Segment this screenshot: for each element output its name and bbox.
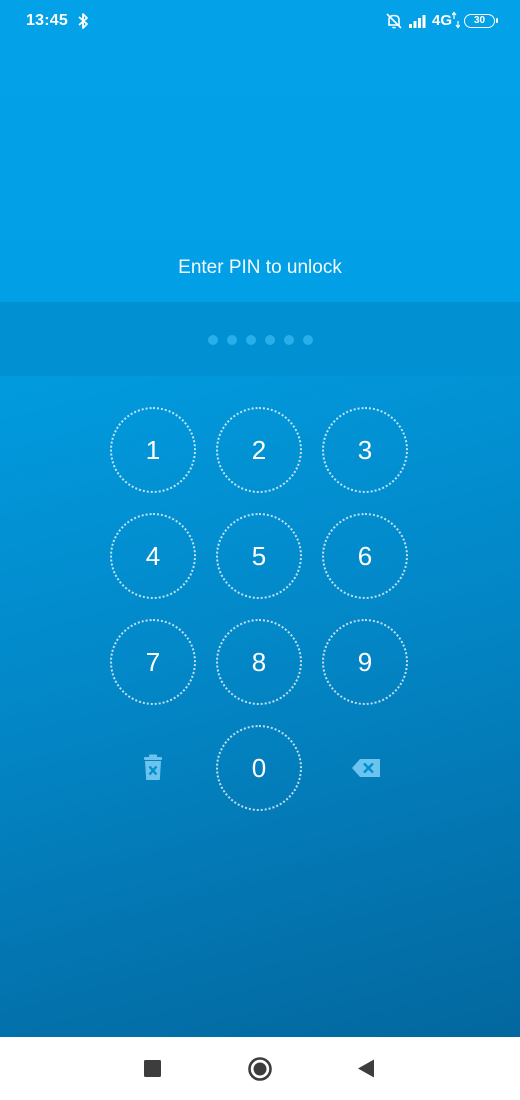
pin-dot	[302, 335, 313, 345]
key-1[interactable]: 1	[110, 407, 196, 493]
data-arrows-icon	[452, 11, 460, 29]
status-time: 13:45	[26, 12, 68, 29]
triangle-back-icon[interactable]	[357, 1059, 375, 1078]
muted-bell-icon	[386, 13, 402, 29]
key-3[interactable]: 3	[322, 407, 408, 493]
key-7[interactable]: 7	[110, 619, 196, 705]
key-5[interactable]: 5	[216, 513, 302, 599]
key-6[interactable]: 6	[322, 513, 408, 599]
network-type: 4G	[432, 12, 453, 29]
pin-dot	[283, 335, 294, 345]
square-icon[interactable]	[144, 1060, 161, 1077]
pin-dot	[264, 335, 275, 345]
lock-screen: 13:45 4G 30 Enter PIN to unlock 1 2 3 4	[0, 0, 520, 1037]
pin-dots	[0, 335, 520, 345]
unlock-prompt: Enter PIN to unlock	[178, 257, 342, 278]
pin-dot	[226, 335, 237, 345]
pin-dot	[207, 335, 218, 345]
key-2[interactable]: 2	[216, 407, 302, 493]
pin-dot	[245, 335, 256, 345]
pin-entry-area	[0, 302, 520, 376]
backspace-icon[interactable]	[346, 748, 386, 788]
navigation-bar	[0, 1037, 520, 1100]
key-4[interactable]: 4	[110, 513, 196, 599]
key-8[interactable]: 8	[216, 619, 302, 705]
trash-icon[interactable]	[133, 748, 173, 788]
battery-indicator: 30	[464, 14, 498, 28]
bluetooth-icon	[78, 13, 88, 29]
circle-icon[interactable]	[247, 1056, 273, 1082]
key-9[interactable]: 9	[322, 619, 408, 705]
signal-icon	[409, 15, 426, 28]
key-0[interactable]: 0	[216, 725, 302, 811]
status-bar: 13:45 4G 30	[0, 0, 520, 44]
